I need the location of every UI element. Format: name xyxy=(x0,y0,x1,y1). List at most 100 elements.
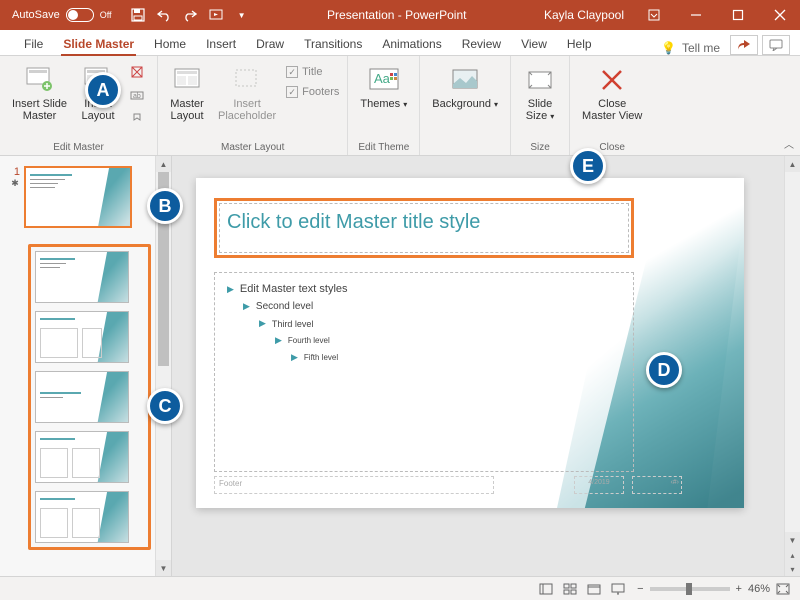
background-button[interactable]: Background ▾ xyxy=(428,60,502,114)
themes-button[interactable]: Aa Themes ▾ xyxy=(356,60,411,114)
preserve-star-icon: ✱ xyxy=(11,178,19,189)
start-from-beginning-icon[interactable] xyxy=(208,7,224,23)
bullet-icon: ▶ xyxy=(275,335,282,346)
prev-slide-icon[interactable]: ▴ xyxy=(785,548,800,562)
insert-placeholder-label: Insert Placeholder xyxy=(218,98,276,122)
master-thumbnail[interactable]: 1 ✱ xyxy=(10,166,151,228)
scroll-down-icon[interactable]: ▼ xyxy=(156,560,171,576)
callout-a: A xyxy=(85,72,121,108)
insert-placeholder-icon xyxy=(231,64,263,96)
callout-b: B xyxy=(147,188,183,224)
callout-e: E xyxy=(570,148,606,184)
footer-placeholder[interactable]: Footer xyxy=(214,476,494,494)
insert-placeholder-button[interactable]: Insert Placeholder xyxy=(214,60,280,126)
master-layout-button[interactable]: Master Layout xyxy=(166,60,208,126)
tab-draw[interactable]: Draw xyxy=(246,33,294,55)
zoom-out-button[interactable]: − xyxy=(637,583,643,595)
next-slide-icon[interactable]: ▾ xyxy=(785,562,800,576)
master-thumb-box[interactable] xyxy=(24,166,132,228)
zoom-slider-handle[interactable] xyxy=(686,583,692,595)
layout-thumbnail[interactable] xyxy=(35,371,129,423)
bullet-icon: ▶ xyxy=(227,284,234,295)
delete-button[interactable] xyxy=(125,60,149,82)
svg-text:Aa: Aa xyxy=(374,71,391,86)
fit-to-window-button[interactable] xyxy=(776,583,790,595)
lightbulb-icon: 💡 xyxy=(661,41,676,55)
layout-thumbnail[interactable] xyxy=(35,491,129,543)
editor-canvas[interactable]: Click to edit Master title style ▶Edit M… xyxy=(172,156,784,576)
tab-insert[interactable]: Insert xyxy=(196,33,246,55)
undo-icon[interactable] xyxy=(156,7,172,23)
scroll-up-icon[interactable]: ▲ xyxy=(785,156,800,172)
redo-icon[interactable] xyxy=(182,7,198,23)
slideshow-button[interactable] xyxy=(607,580,629,598)
normal-view-button[interactable] xyxy=(535,580,557,598)
zoom-slider[interactable] xyxy=(650,587,730,591)
tab-transitions[interactable]: Transitions xyxy=(294,33,372,55)
tab-review[interactable]: Review xyxy=(452,33,511,55)
minimize-button[interactable] xyxy=(676,0,716,30)
tell-me-search[interactable]: 💡 Tell me xyxy=(661,41,720,55)
share-buttons xyxy=(730,35,790,55)
tab-file[interactable]: File xyxy=(14,33,53,55)
rename-button[interactable]: ab xyxy=(125,84,149,106)
edit-theme-group-label: Edit Theme xyxy=(356,140,411,153)
qat-dropdown-icon[interactable]: ▼ xyxy=(234,7,250,23)
zoom-percentage[interactable]: 46% xyxy=(748,583,770,595)
slide-sorter-button[interactable] xyxy=(559,580,581,598)
maximize-button[interactable] xyxy=(718,0,758,30)
autosave-control[interactable]: AutoSave Off xyxy=(12,8,112,22)
themes-icon: Aa xyxy=(368,64,400,96)
close-button[interactable] xyxy=(760,0,800,30)
slide-size-label: Slide Size ▾ xyxy=(526,98,554,122)
editor-scrollbar[interactable]: ▲ ▼ ▴ ▾ xyxy=(784,156,800,576)
user-name[interactable]: Kayla Claypool xyxy=(544,8,624,22)
title-placeholder[interactable]: Click to edit Master title style xyxy=(214,198,634,258)
footers-chk-label: Footers xyxy=(302,86,339,98)
tab-slide-master[interactable]: Slide Master xyxy=(53,33,144,55)
scrollbar-track[interactable] xyxy=(785,172,800,532)
insert-slide-master-label: Insert Slide Master xyxy=(12,98,67,122)
date-placeholder[interactable]: 4/2019 xyxy=(574,476,624,494)
body-placeholder[interactable]: ▶Edit Master text styles ▶Second level ▶… xyxy=(214,272,634,472)
body-level1: ▶Edit Master text styles xyxy=(227,283,621,295)
master-layout-label: Master Layout xyxy=(170,98,204,122)
body-level2: ▶Second level xyxy=(243,301,621,312)
group-close: Close Master View Close xyxy=(570,56,654,155)
save-icon[interactable] xyxy=(130,7,146,23)
comments-button[interactable] xyxy=(762,35,790,55)
checkbox-icon: ✓ xyxy=(286,66,298,78)
group-edit-master: Insert Slide Master Insert Layout ab Edi… xyxy=(0,56,158,155)
tab-animations[interactable]: Animations xyxy=(372,33,451,55)
footers-checkbox[interactable]: ✓ Footers xyxy=(286,86,339,98)
insert-slide-master-icon xyxy=(24,64,56,96)
insert-slide-master-button[interactable]: Insert Slide Master xyxy=(8,60,71,126)
close-master-view-button[interactable]: Close Master View xyxy=(578,60,646,126)
tab-home[interactable]: Home xyxy=(144,33,196,55)
tab-view[interactable]: View xyxy=(511,33,557,55)
layout-thumbnail[interactable] xyxy=(35,431,129,483)
slide-number-placeholder[interactable]: ‹#› xyxy=(632,476,682,494)
title-checkbox[interactable]: ✓Title xyxy=(286,66,339,78)
slide-master-canvas[interactable]: Click to edit Master title style ▶Edit M… xyxy=(196,178,744,508)
preserve-button[interactable] xyxy=(125,108,149,130)
checkbox-icon: ✓ xyxy=(286,86,298,98)
layout-thumbnail[interactable] xyxy=(35,251,129,303)
layout-thumbnail[interactable] xyxy=(35,311,129,363)
title-bar-right: Kayla Claypool xyxy=(544,0,800,30)
ribbon-options-icon[interactable] xyxy=(634,0,674,30)
autosave-toggle-icon[interactable] xyxy=(66,8,94,22)
autosave-label: AutoSave xyxy=(12,9,60,21)
collapse-ribbon-icon[interactable]: ︿ xyxy=(784,136,794,151)
zoom-in-button[interactable]: + xyxy=(736,583,742,595)
slide-size-button[interactable]: Slide Size ▾ xyxy=(519,60,561,126)
svg-text:ab: ab xyxy=(133,93,141,100)
reading-view-button[interactable] xyxy=(583,580,605,598)
scrollbar-track[interactable] xyxy=(156,172,171,560)
scroll-up-icon[interactable]: ▲ xyxy=(156,156,171,172)
background-icon xyxy=(449,64,481,96)
share-button[interactable] xyxy=(730,35,758,55)
scroll-down-icon[interactable]: ▼ xyxy=(785,532,800,548)
tab-help[interactable]: Help xyxy=(557,33,602,55)
group-background: Background ▾ xyxy=(420,56,511,155)
